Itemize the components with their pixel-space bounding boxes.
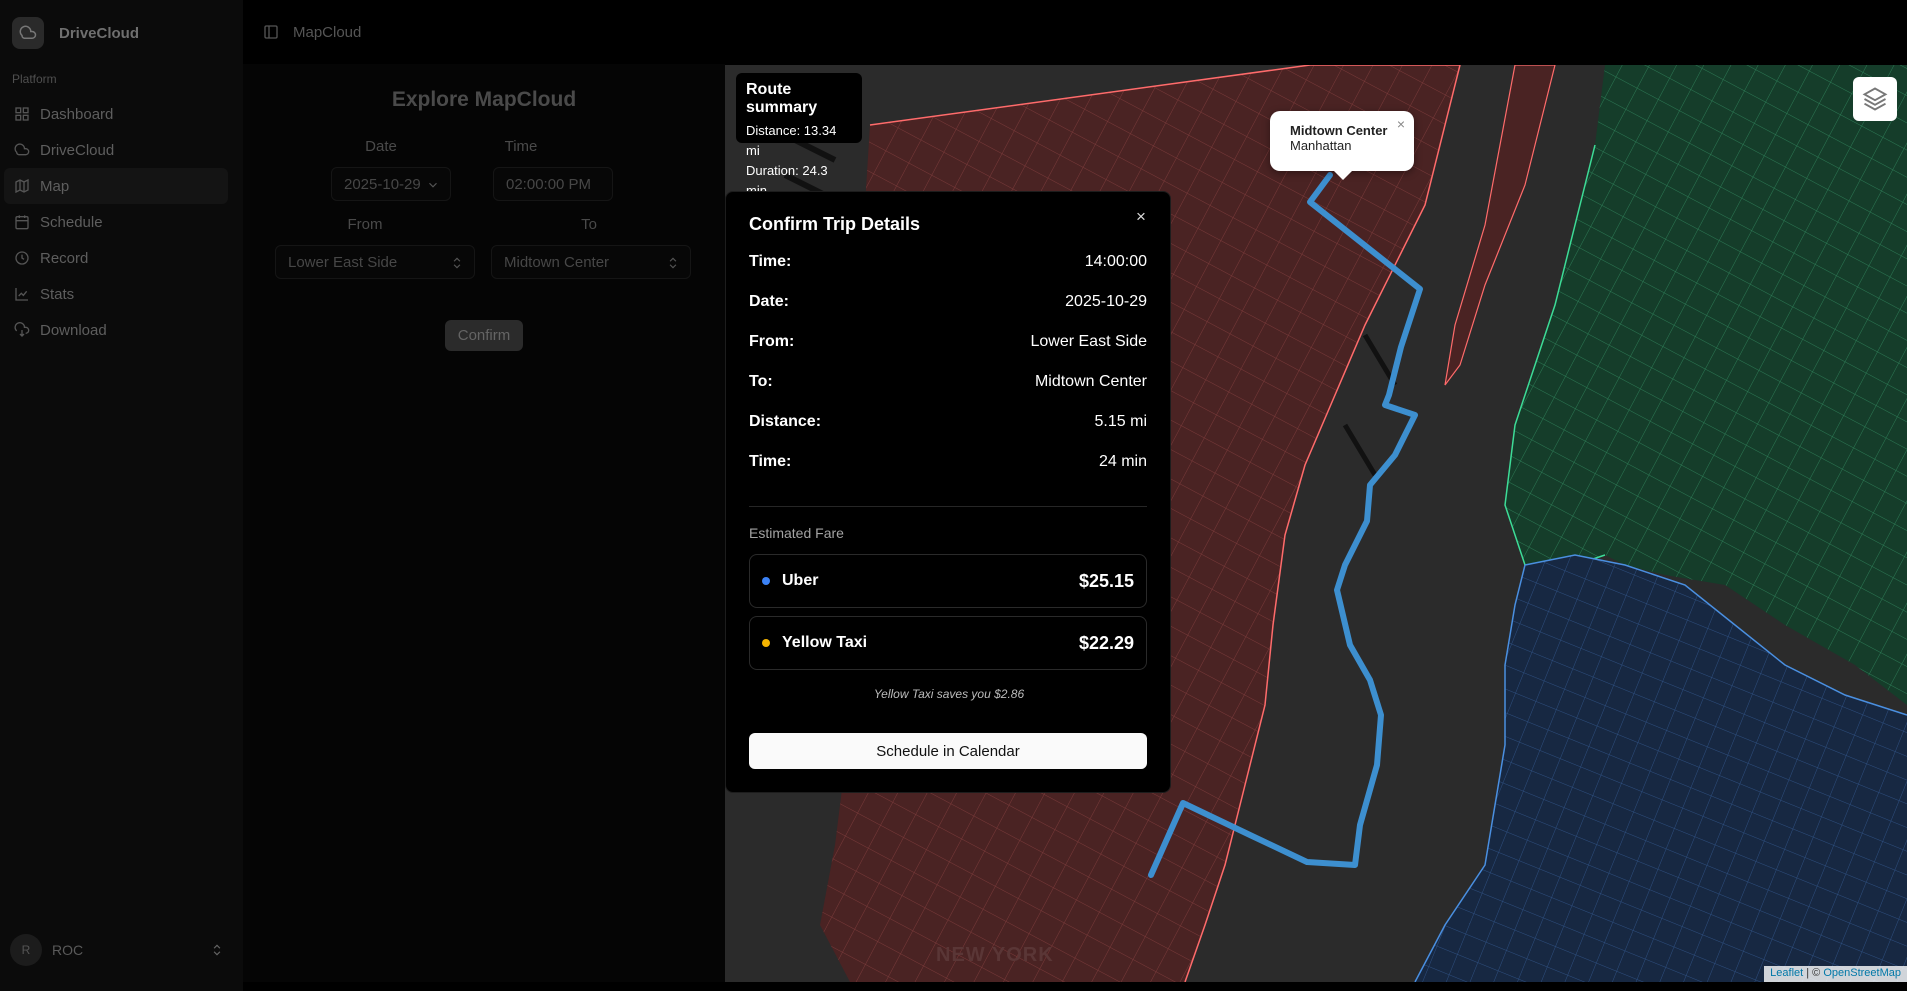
sidebar-item-label: Map (40, 177, 70, 195)
time-input[interactable]: 02:00:00 PM (493, 167, 613, 201)
detail-value: 24 min (1098, 453, 1147, 470)
route-summary-title: Route summary (746, 81, 818, 116)
detail-value: Midtown Center (1034, 373, 1147, 390)
fare-name: Yellow Taxi (782, 634, 868, 651)
chevron-up-down-icon (213, 944, 221, 956)
sidebar-item-label: DriveCloud (40, 141, 115, 159)
confirm-button[interactable]: Confirm (445, 320, 523, 351)
sidebar: DriveCloud Platform Dashboard DriveCloud… (0, 0, 243, 991)
grid-icon (15, 107, 29, 121)
nav-group-label: Platform (12, 72, 57, 86)
time-label: Time (504, 138, 538, 155)
sidebar-item-drivecloud[interactable]: DriveCloud (4, 132, 228, 168)
chevron-up-down-icon (453, 257, 461, 269)
map-icon (15, 178, 29, 194)
route-summary: Route summary Distance: 13.34 mi Duratio… (736, 73, 862, 198)
confirm-trip-dialog: Confirm Trip Details × Time: 14:00:00 Da… (725, 191, 1171, 793)
date-label: Date (365, 138, 397, 155)
detail-row-duration: Time: 24 min (749, 453, 1147, 471)
fare-option-uber[interactable]: Uber $25.15 (749, 554, 1147, 608)
topbar: MapCloud (243, 0, 1907, 64)
record-icon (15, 251, 29, 265)
fare-price: $22.29 (1078, 632, 1134, 653)
savings-note: Yellow Taxi saves you $2.86 (873, 687, 1025, 701)
map-popup: × Midtown Center Manhattan (1270, 111, 1414, 180)
date-value: 2025-10-29 (344, 175, 421, 193)
brand-name: DriveCloud (59, 24, 140, 42)
avatar: R (10, 934, 42, 966)
sidebar-item-schedule[interactable]: Schedule (4, 204, 228, 240)
fare-name: Uber (782, 572, 819, 589)
sidebar-item-map[interactable]: Map (4, 168, 228, 204)
fare-dot-icon (762, 577, 770, 585)
detail-value: Lower East Side (1030, 333, 1147, 350)
fare-section-label: Estimated Fare (749, 525, 844, 541)
to-value: Midtown Center (504, 253, 610, 271)
sidebar-item-record[interactable]: Record (4, 240, 228, 276)
from-value: Lower East Side (288, 253, 398, 271)
sidebar-item-label: Stats (40, 285, 75, 303)
detail-key: To: (749, 373, 773, 390)
detail-value: 14:00:00 (1084, 253, 1147, 270)
detail-row-distance: Distance: 5.15 mi (749, 413, 1147, 431)
time-value: 02:00:00 PM (506, 175, 592, 193)
trip-form: Explore MapCloud Date 2025-10-29 Time 02… (243, 64, 725, 982)
calendar-icon (15, 215, 29, 230)
attribution-separator: | © (1803, 967, 1824, 979)
sidebar-toggle-icon[interactable] (263, 24, 279, 40)
to-label: To (581, 216, 597, 233)
detail-row-time: Time: 14:00:00 (749, 253, 1147, 271)
from-label: From (347, 216, 383, 233)
dialog-title: Confirm Trip Details (749, 214, 921, 234)
user-menu[interactable]: R ROC (10, 934, 228, 966)
date-select[interactable]: 2025-10-29 (331, 167, 451, 201)
dialog-close-button[interactable]: × (1136, 207, 1146, 227)
popup-subtitle: Manhattan (1290, 138, 1352, 153)
fare-option-yellow-taxi[interactable]: Yellow Taxi $22.29 (749, 616, 1147, 670)
map-label-new-york: NEW YORK (936, 944, 1054, 966)
sidebar-item-label: Schedule (40, 213, 103, 231)
chart-icon (15, 288, 28, 301)
detail-key: From: (749, 333, 795, 350)
sidebar-item-label: Record (40, 249, 89, 267)
sidebar-item-dashboard[interactable]: Dashboard (4, 96, 228, 132)
to-select[interactable]: Midtown Center (491, 245, 691, 279)
detail-key: Date: (749, 293, 790, 310)
page-title: Explore MapCloud (391, 88, 577, 111)
detail-row-from: From: Lower East Side (749, 333, 1147, 351)
cloud-icon (14, 143, 30, 156)
detail-row-date: Date: 2025-10-29 (749, 293, 1147, 311)
download-icon (14, 322, 30, 337)
detail-value: 5.15 mi (1094, 413, 1147, 430)
sidebar-item-stats[interactable]: Stats (4, 276, 228, 312)
detail-row-to: To: Midtown Center (749, 373, 1147, 391)
detail-key: Distance: (749, 413, 822, 430)
schedule-in-calendar-button[interactable]: Schedule in Calendar (749, 733, 1147, 769)
from-select[interactable]: Lower East Side (275, 245, 475, 279)
map-attribution: Leaflet | © OpenStreetMap (1764, 966, 1907, 982)
chevron-up-down-icon (669, 257, 677, 269)
fare-price: $25.15 (1078, 570, 1134, 591)
sidebar-nav: Dashboard DriveCloud Map Schedule Record… (4, 96, 228, 348)
sidebar-item-label: Dashboard (40, 105, 114, 123)
popup-close-button[interactable]: × (1397, 116, 1405, 132)
detail-key: Time: (749, 453, 792, 470)
fare-dot-icon (762, 639, 770, 647)
popup-title: Midtown Center (1290, 123, 1388, 138)
brand[interactable]: DriveCloud (12, 17, 139, 49)
user-name: ROC (52, 942, 84, 958)
layers-button[interactable] (1853, 77, 1897, 121)
sidebar-item-download[interactable]: Download (4, 312, 228, 348)
breadcrumb: MapCloud (293, 23, 362, 41)
detail-value: 2025-10-29 (1065, 293, 1147, 310)
detail-key: Time: (749, 253, 792, 270)
cloud-logo-icon (12, 17, 44, 49)
divider (749, 506, 1147, 507)
leaflet-link[interactable]: Leaflet (1770, 967, 1803, 979)
sidebar-item-label: Download (40, 321, 107, 339)
chevron-down-icon (429, 182, 437, 188)
osm-link[interactable]: OpenStreetMap (1823, 967, 1901, 979)
layers-icon (1862, 87, 1888, 111)
route-distance: Distance: 13.34 mi (746, 123, 837, 158)
